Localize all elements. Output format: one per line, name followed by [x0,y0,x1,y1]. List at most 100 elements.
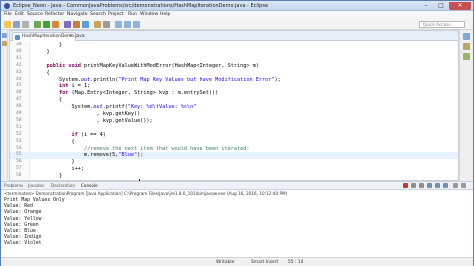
code-line[interactable]: 53 { [10,139,458,146]
menu-navigate[interactable]: Navigate [67,12,88,17]
clear-console-icon[interactable] [419,183,424,188]
debug-icon[interactable] [34,21,41,28]
window-title: Eclipse_Neon - Java - CommonJavaProblems… [13,3,269,9]
code-line[interactable]: 45 int i = 1; [10,83,458,90]
tab-problems[interactable]: Problems [4,183,23,188]
console-line: Value: Indigo [4,235,42,241]
menu-window[interactable]: Window [140,12,158,17]
code-text: i++; [34,166,84,173]
editor-tab-bar: HashMapIterationDemo.java ✕ [10,31,458,41]
code-line[interactable]: 47 { [10,97,458,104]
status-bar: Writable Smart Insert 55 : 14 [1,257,473,266]
code-line[interactable]: 43 { [10,70,458,77]
code-text: int i = 1; [59,83,91,90]
menu-file[interactable]: File [4,12,12,17]
package-explorer-icon[interactable] [1,41,7,46]
java-file-icon [15,34,20,40]
console-line: Value: Blue [4,229,36,234]
maximize-panel-icon[interactable] [461,183,466,188]
save-all-icon[interactable] [22,21,29,28]
code-line[interactable]: 58 } [10,173,458,180]
new-package-icon[interactable] [73,21,80,28]
code-line[interactable]: 41 [10,56,458,63]
code-line[interactable]: 49 , kvp.getKey() [10,111,458,118]
scroll-lock-icon[interactable] [427,183,432,188]
forward-icon[interactable] [133,21,140,28]
code-line[interactable]: 39 } [10,42,458,49]
code-line[interactable]: 42 public void printMapKeyValueWithModEr… [10,63,458,70]
display-console-icon[interactable] [443,183,448,188]
new-class-icon[interactable] [82,21,89,28]
maximize-button[interactable]: □ [434,2,448,10]
outline-icon[interactable] [463,43,470,50]
restore-icon[interactable] [1,33,7,38]
editor-tab-hashmapiterationdemo[interactable]: HashMapIterationDemo.java ✕ [12,32,85,41]
code-text: m.remove(5,"Blue"); [34,152,144,159]
save-icon[interactable] [13,21,20,28]
menu-run[interactable]: Run [128,12,137,17]
code-line[interactable]: 55 m.remove(5,"Blue"); [10,152,458,160]
code-line[interactable]: 46 for (Map.Entry<Integer, String> kvp :… [10,90,458,97]
line-number: 53 [16,138,22,144]
task-list-icon[interactable] [463,53,470,60]
eclipse-window: Eclipse_Neon - Java - CommonJavaProblems… [0,0,474,266]
title-bar: Eclipse_Neon - Java - CommonJavaProblems… [1,1,473,11]
line-number: 51 [16,124,22,130]
code-line[interactable]: 56 } [10,159,458,166]
perspective-java-icon[interactable] [463,33,470,40]
remove-launch-icon[interactable] [411,183,416,188]
external-tools-icon[interactable] [52,21,59,28]
code-area[interactable]: 39 } 40 } 41 42 public void printMapKeyValu… [10,42,458,180]
tab-javadoc[interactable]: Javadoc [28,183,44,188]
code-text: } [34,173,63,180]
minimize-panel-icon[interactable] [453,183,458,188]
code-line[interactable]: 50 , kvp.getValue()); [10,118,458,125]
code-text: } [34,159,75,166]
pin-console-icon[interactable] [435,183,440,188]
previous-edit-icon[interactable] [115,21,122,28]
eclipse-app-icon [4,3,10,9]
menu-source[interactable]: Source [27,12,43,17]
minimize-button[interactable]: – [419,2,433,10]
code-line[interactable]: 52 if (i == 4) [10,132,458,139]
close-button[interactable]: ✕ [449,2,471,10]
open-type-icon[interactable] [94,21,101,28]
menu-refactor[interactable]: Refactor [45,12,64,17]
line-number: 49 [16,111,22,116]
run-icon[interactable] [43,21,50,28]
tab-declaration[interactable]: Declaration [51,183,75,188]
new-file-icon[interactable] [4,21,11,28]
back-icon[interactable] [124,21,131,28]
code-line[interactable]: 40 } [10,49,458,56]
line-number: 41 [16,55,22,61]
line-number: 58 [16,173,22,179]
code-line[interactable]: 44 System.out.println("Print Map Key Val… [10,77,458,84]
tab-console[interactable]: Console [81,183,98,188]
console-line: Value: Orange [4,210,42,216]
menu-search[interactable]: Search [90,12,106,17]
code-line[interactable]: 48 System.out.printf("Key: %d\tValue: %s… [10,104,458,111]
status-insert-mode: Smart Insert [251,260,279,265]
code-editor: HashMapIterationDemo.java ✕ 39 } 40 } 41 42… [9,30,459,185]
console-line: Value: Red [4,204,33,210]
line-number: 52 [16,131,22,137]
code-line[interactable]: 51 [10,125,458,132]
menu-project[interactable]: Project [108,12,124,17]
code-text: , kvp.getKey() [34,111,141,117]
new-java-project-icon[interactable] [64,21,71,28]
line-number: 39 [16,42,22,47]
search-icon[interactable] [103,21,110,28]
code-text: for (Map.Entry<Integer, String> kvp : m.… [59,90,219,97]
menu-help[interactable]: Help [160,12,170,17]
code-line[interactable]: 54 //remove the next item that would hav… [10,146,458,153]
terminate-icon[interactable] [403,183,408,188]
code-text: , kvp.getValue()); [34,117,153,124]
tab-close-icon[interactable]: ✕ [69,33,73,41]
console-panel: Problems Javadoc Declaration Console <te… [1,181,473,257]
quick-access-input[interactable]: Quick Access [419,21,465,28]
menu-edit[interactable]: Edit [15,12,24,17]
console-line: Value: Yellow [4,216,42,222]
code-line[interactable]: 57 i++; [10,166,458,173]
code-text: System.out.printf("Key: %d\tValue: %s\n" [34,104,197,111]
code-text: System.out.println("Print Map Key Values… [34,76,281,83]
